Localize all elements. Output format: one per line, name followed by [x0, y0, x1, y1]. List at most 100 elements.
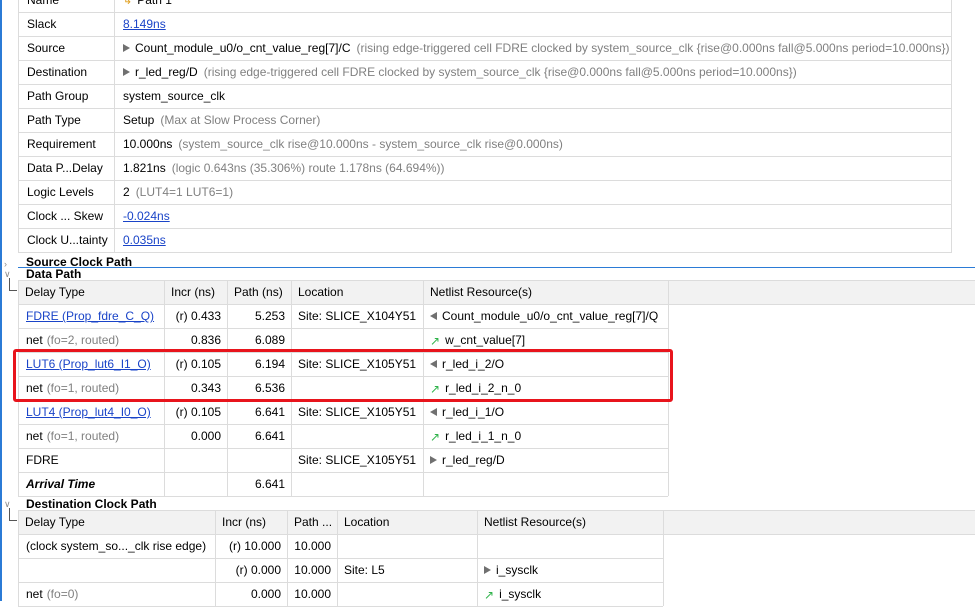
delay-type-text: net — [26, 587, 43, 601]
table-row[interactable] — [18, 472, 668, 496]
netlist-resource-text: r_led_i_1_n_0 — [445, 429, 522, 443]
delay-type-text: FDRE (Prop_fdre_C_Q) — [26, 309, 155, 323]
path-cell: 6.641 — [254, 477, 285, 491]
summary-value[interactable]: 8.149ns — [123, 12, 166, 36]
path-cell — [227, 448, 285, 472]
summary-label: Requirement — [27, 137, 96, 151]
pin-out-icon — [430, 407, 437, 416]
summary-detail: (system_source_clk rise@10.000ns - syste… — [178, 137, 563, 151]
table-row[interactable] — [18, 582, 663, 606]
summary-value: Setup (Max at Slow Process Corner) — [123, 108, 320, 132]
delay-type-cell[interactable]: LUT4 (Prop_lut4_I0_O) — [26, 400, 151, 424]
table-row[interactable] — [18, 558, 663, 582]
summary-value: system_source_clk — [123, 84, 225, 108]
delay-type-cell: net (fo=1, routed) — [26, 424, 119, 448]
delay-type-detail: (fo=0) — [46, 587, 79, 601]
summary-label: Source — [27, 41, 66, 55]
summary-label: Data P...Delay — [27, 161, 103, 175]
column-header[interactable]: Incr (ns) — [222, 510, 282, 534]
summary-value-text: 1.821ns — [123, 161, 166, 175]
pin-in-icon — [484, 565, 491, 574]
delay-type-cell: (clock system_so..._clk rise edge) — [26, 534, 206, 558]
tree-connector — [9, 508, 17, 521]
net-arrow-icon: ↗ — [430, 429, 441, 444]
incr-cell: (r) 0.000 — [235, 563, 281, 577]
summary-detail: (Max at Slow Process Corner) — [160, 113, 321, 127]
path-cell: 6.641 — [254, 429, 285, 443]
summary-value: 2 (LUT4=1 LUT6=1) — [123, 180, 233, 204]
delay-type-text: net — [26, 429, 43, 443]
incr-cell: 0.000 — [250, 587, 281, 601]
data-path-header[interactable]: Data Path — [26, 268, 81, 280]
delay-type-text: Arrival Time — [26, 477, 96, 491]
location-cell: Site: SLICE_X104Y51 — [298, 309, 417, 323]
delay-type-detail: (fo=2, routed) — [46, 333, 120, 347]
location-cell: Site: L5 — [344, 563, 385, 577]
summary-value-text: r_led_reg/D — [135, 65, 198, 79]
netlist-resource-cell[interactable]: Count_module_u0/o_cnt_value_reg[7]/Q — [430, 304, 658, 328]
netlist-resource-cell[interactable]: ↗ i_sysclk — [484, 582, 541, 606]
summary-value-text: 0.035ns — [123, 233, 166, 247]
delay-type-text: net — [26, 333, 43, 347]
column-header[interactable]: Netlist Resource(s) — [430, 280, 663, 304]
incr-cell: (r) 10.000 — [228, 539, 281, 553]
summary-label: Path Type — [27, 113, 81, 127]
delay-type-cell[interactable]: FDRE (Prop_fdre_C_Q) — [26, 304, 154, 328]
location-cell: Site: SLICE_X105Y51 — [298, 405, 417, 419]
summary-detail: (rising edge-triggered cell FDRE clocked… — [203, 65, 797, 79]
delay-type-text: FDRE — [26, 453, 59, 467]
column-header[interactable]: Incr (ns) — [171, 280, 222, 304]
summary-label: Name — [27, 0, 60, 7]
summary-label: Slack — [27, 17, 57, 31]
destination-clock-path-header[interactable]: Destination Clock Path — [26, 498, 157, 510]
netlist-resource-cell[interactable]: r_led_reg/D — [430, 448, 505, 472]
grid-line — [18, 0, 19, 253]
summary-label: Destination — [27, 65, 88, 79]
summary-value-text: Setup — [123, 113, 155, 127]
netlist-resource-cell[interactable]: r_led_i_1/O — [430, 400, 504, 424]
summary-value: r_led_reg/D (rising edge-triggered cell F… — [123, 60, 797, 84]
netlist-resource-text: r_led_reg/D — [442, 453, 505, 467]
column-header[interactable]: Location — [344, 510, 472, 534]
summary-value: Count_module_u0/o_cnt_value_reg[7]/C (ris… — [123, 36, 949, 60]
delay-type-text: LUT4 (Prop_lut4_I0_O) — [26, 405, 151, 419]
section-divider — [18, 267, 975, 268]
location-cell: Site: SLICE_X105Y51 — [298, 453, 417, 467]
delay-type-cell: FDRE — [26, 448, 59, 472]
left-frame-border — [0, 0, 2, 601]
summary-value-text: Count_module_u0/o_cnt_value_reg[7]/C — [135, 41, 351, 55]
column-header[interactable]: Path ... — [294, 510, 332, 534]
tree-connector — [9, 278, 17, 291]
summary-value[interactable]: -0.024ns — [123, 204, 170, 228]
grid-line — [663, 510, 664, 606]
incr-cell — [164, 448, 221, 472]
delay-type-cell: net (fo=0) — [26, 582, 78, 606]
incr-cell: 0.000 — [190, 429, 221, 443]
summary-value-text: 8.149ns — [123, 17, 166, 31]
summary-label: Path Group — [27, 89, 89, 103]
delay-type-detail: (fo=1, routed) — [46, 429, 120, 443]
incr-cell: (r) 0.433 — [175, 309, 221, 323]
summary-value: ↳ Path 1 — [123, 0, 172, 12]
netlist-resource-text: Count_module_u0/o_cnt_value_reg[7]/Q — [442, 309, 659, 323]
summary-value[interactable]: 0.035ns — [123, 228, 166, 252]
delay-type-text: (clock system_so..._clk rise edge) — [26, 539, 207, 553]
netlist-resource-cell[interactable]: ↗ r_led_i_1_n_0 — [430, 424, 521, 448]
column-header[interactable]: Netlist Resource(s) — [484, 510, 658, 534]
netlist-resource-cell[interactable]: i_sysclk — [484, 558, 538, 582]
summary-value: 1.821ns (logic 0.643ns (35.306%) route 1.… — [123, 156, 445, 180]
grid-line — [951, 0, 952, 253]
netlist-resource-text: i_sysclk — [499, 587, 542, 601]
column-header[interactable]: Path (ns) — [234, 280, 286, 304]
column-header[interactable]: Location — [298, 280, 418, 304]
netlist-resource-text: r_led_i_1/O — [442, 405, 505, 419]
path-cell: 10.000 — [294, 563, 331, 577]
grid-line — [18, 252, 952, 253]
column-header[interactable]: Delay Type — [25, 280, 159, 304]
summary-detail: (rising edge-triggered cell FDRE clocked… — [356, 41, 950, 55]
summary-detail: (logic 0.643ns (35.306%) route 1.178ns (… — [171, 161, 445, 175]
summary-value-text: 2 — [123, 185, 130, 199]
netlist-resource-text: w_cnt_value[7] — [445, 333, 526, 347]
summary-value-text: Path 1 — [137, 0, 172, 7]
column-header[interactable]: Delay Type — [25, 510, 210, 534]
